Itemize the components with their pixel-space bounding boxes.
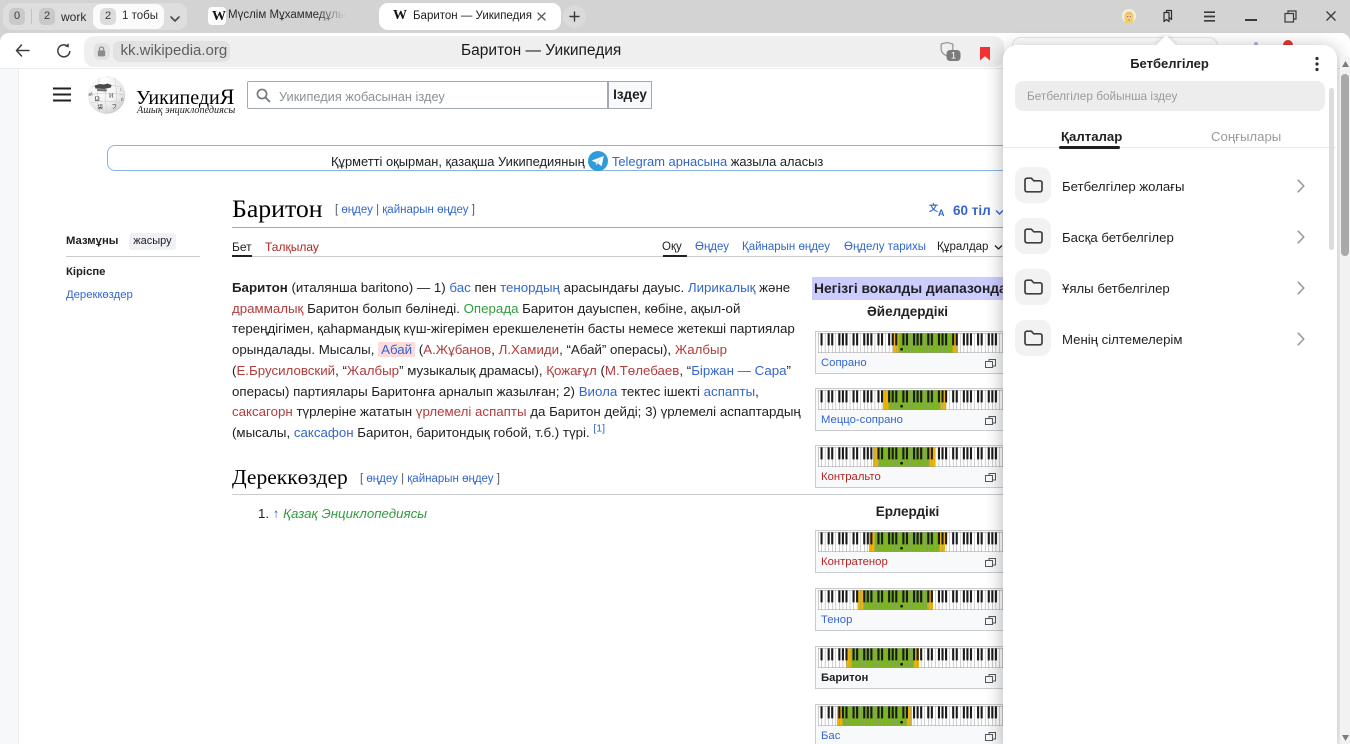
svg-text:袋: 袋 — [98, 103, 104, 111]
svg-text:ς: ς — [104, 86, 106, 91]
svg-text:1: 1 — [951, 51, 956, 62]
svg-text:A: A — [938, 208, 945, 217]
svg-text:フ: フ — [112, 104, 118, 111]
svg-text:Ω: Ω — [95, 95, 100, 103]
svg-text:И: И — [109, 94, 114, 100]
svg-text:ओ: ओ — [88, 91, 93, 97]
